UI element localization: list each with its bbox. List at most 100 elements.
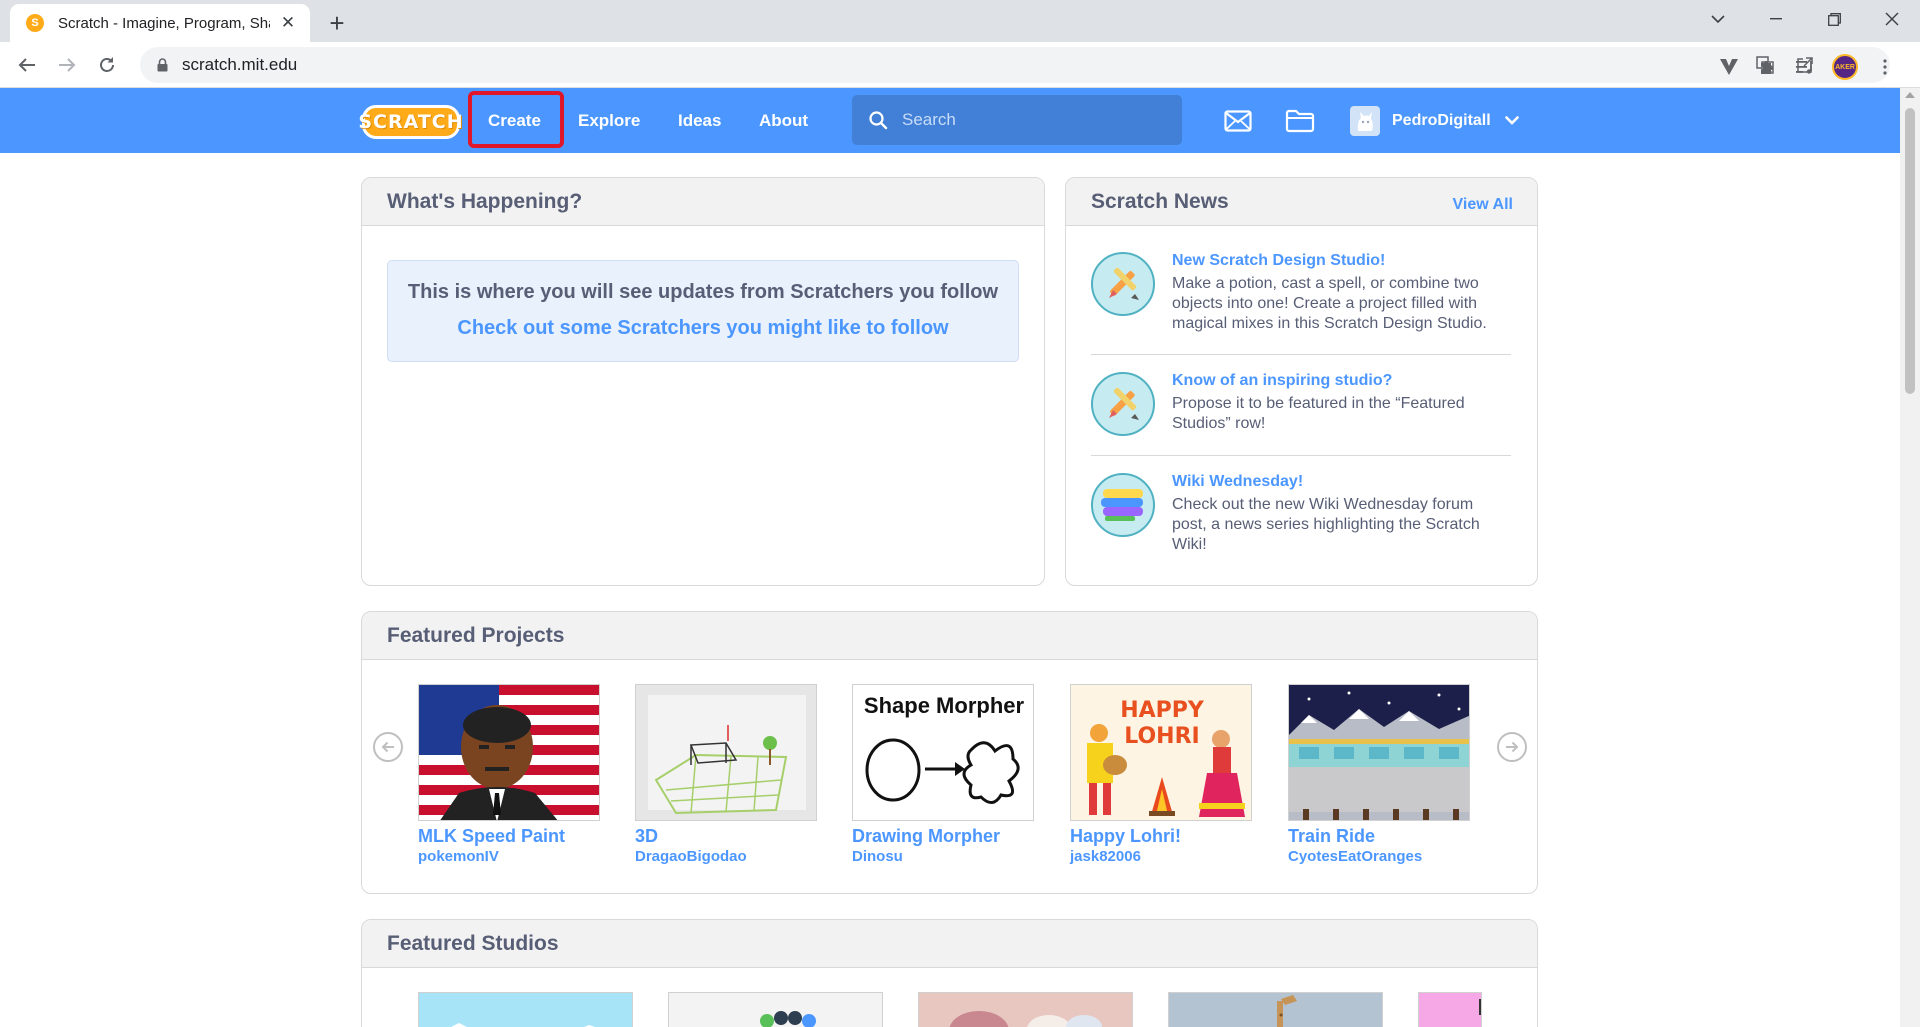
- news-item[interactable]: Know of an inspiring studio? Propose it …: [1091, 372, 1511, 436]
- project-thumbnail[interactable]: Shape Morpher: [852, 684, 1034, 821]
- news-item-title[interactable]: Wiki Wednesday!: [1172, 473, 1511, 491]
- user-menu[interactable]: PedroDigitall: [1350, 88, 1519, 153]
- scrollbar-thumb[interactable]: [1905, 108, 1915, 394]
- project-card[interactable]: Shape Morpher Drawing Morpher Dinosu: [852, 684, 1034, 865]
- project-title[interactable]: Happy Lohri!: [1070, 826, 1252, 847]
- news-item[interactable]: New Scratch Design Studio! Make a potion…: [1091, 252, 1511, 334]
- scratch-news-header: Scratch News View All: [1066, 178, 1537, 226]
- project-author[interactable]: DragaoBigodao: [635, 848, 817, 865]
- browser-toolbar: scratch.mit.edu 文 AKER: [0, 42, 1920, 88]
- featured-studios-title: Featured Studios: [387, 931, 559, 955]
- address-bar[interactable]: scratch.mit.edu 文: [140, 47, 1890, 83]
- scratch-logo[interactable]: SCRATCH: [358, 105, 463, 139]
- thumbnail-text: LOHRI: [1124, 724, 1199, 749]
- reload-icon[interactable]: [92, 50, 122, 80]
- follow-panel: This is where you will see updates from …: [387, 260, 1019, 362]
- paintbrush-pencil-icon: [1091, 252, 1155, 316]
- close-window-button[interactable]: [1864, 0, 1920, 38]
- avatar: [1350, 105, 1380, 136]
- search-box[interactable]: [852, 95, 1182, 145]
- project-title[interactable]: Train Ride: [1288, 826, 1470, 847]
- nav-ideas[interactable]: Ideas: [678, 88, 721, 153]
- username: PedroDigitall: [1392, 111, 1491, 129]
- tab-title: Scratch - Imagine, Program, Share: [58, 14, 270, 32]
- news-divider: [1091, 455, 1511, 456]
- project-card[interactable]: HAPPY LOHRI Happy Lohri! jask82006: [1070, 684, 1252, 865]
- restore-button[interactable]: [1806, 0, 1862, 38]
- follow-message: This is where you will see updates from …: [407, 281, 999, 303]
- studio-thumbnail[interactable]: [1168, 992, 1383, 1027]
- chevron-down-icon: [1504, 112, 1519, 130]
- search-icon: [868, 110, 888, 130]
- scratch-news-box: Scratch News View All New Scratch Design…: [1065, 177, 1538, 586]
- scratch-nav-bar: SCRATCH Create Explore Ideas About Pedro…: [0, 88, 1900, 153]
- nav-explore[interactable]: Explore: [578, 88, 640, 153]
- create-highlight-box: [468, 91, 564, 148]
- news-item-title[interactable]: Know of an inspiring studio?: [1172, 372, 1511, 390]
- lock-icon[interactable]: [154, 58, 170, 72]
- whats-happening-box: What's Happening? This is where you will…: [361, 177, 1045, 586]
- close-tab-icon[interactable]: ✕: [278, 13, 298, 33]
- project-title[interactable]: Drawing Morpher: [852, 826, 1034, 847]
- whats-happening-title: What's Happening?: [387, 189, 583, 213]
- project-title[interactable]: 3D: [635, 826, 817, 847]
- project-author[interactable]: CyotesEatOranges: [1288, 848, 1470, 865]
- messages-icon[interactable]: [1223, 106, 1253, 136]
- browser-tab-bar: S Scratch - Imagine, Program, Share ✕ +: [0, 0, 1920, 42]
- carousel-next-button[interactable]: [1497, 732, 1527, 762]
- carousel-prev-button[interactable]: [373, 732, 403, 762]
- studio-thumbnail[interactable]: [418, 992, 633, 1027]
- url-text[interactable]: scratch.mit.edu: [182, 55, 297, 75]
- project-thumbnail[interactable]: [1288, 684, 1470, 821]
- profile-avatar[interactable]: AKER: [1832, 54, 1858, 80]
- news-item-body: Check out the new Wiki Wednesday forum p…: [1172, 496, 1480, 553]
- featured-projects-header: Featured Projects: [362, 612, 1537, 660]
- extensions-area: AKER: [1718, 54, 1896, 80]
- featured-projects-box: Featured Projects MLK Speed Paint pokemo…: [361, 611, 1538, 894]
- project-thumbnail[interactable]: HAPPY LOHRI: [1070, 684, 1252, 821]
- project-thumbnail[interactable]: [418, 684, 600, 821]
- scroll-up-icon[interactable]: [1905, 92, 1915, 98]
- menu-icon[interactable]: [1874, 56, 1896, 78]
- whats-happening-header: What's Happening?: [362, 178, 1044, 226]
- project-card[interactable]: Train Ride CyotesEatOranges: [1288, 684, 1470, 865]
- wiki-stripes-icon: [1091, 473, 1155, 537]
- featured-studios-header: Featured Studios: [362, 920, 1537, 968]
- project-card[interactable]: MLK Speed Paint pokemonIV: [418, 684, 600, 865]
- studio-thumbnail[interactable]: [918, 992, 1133, 1027]
- news-item[interactable]: Wiki Wednesday! Check out the new Wiki W…: [1091, 473, 1511, 555]
- news-item-title[interactable]: New Scratch Design Studio!: [1172, 252, 1511, 270]
- new-tab-button[interactable]: +: [322, 8, 352, 38]
- project-thumbnail[interactable]: [635, 684, 817, 821]
- nav-about[interactable]: About: [759, 88, 808, 153]
- project-author[interactable]: Dinosu: [852, 848, 1034, 865]
- puzzle-icon[interactable]: [1756, 56, 1778, 78]
- paintbrush-pencil-icon: [1091, 372, 1155, 436]
- minimize-button[interactable]: [1748, 0, 1804, 38]
- extension-icon[interactable]: [1718, 56, 1740, 78]
- tab-search-icon[interactable]: [1690, 0, 1746, 38]
- thumbnail-text: Shape Morpher: [864, 693, 1025, 718]
- my-stuff-folder-icon[interactable]: [1285, 106, 1315, 136]
- forward-icon[interactable]: [52, 50, 82, 80]
- view-all-link[interactable]: View All: [1453, 196, 1513, 214]
- project-author[interactable]: jask82006: [1070, 848, 1252, 865]
- media-queue-icon[interactable]: [1794, 56, 1816, 78]
- project-card[interactable]: 3D DragaoBigodao: [635, 684, 817, 865]
- studio-thumbnail[interactable]: [668, 992, 883, 1027]
- featured-studios-box: Featured Studios: [361, 919, 1538, 1027]
- back-icon[interactable]: [12, 50, 42, 80]
- project-author[interactable]: pokemonIV: [418, 848, 600, 865]
- follow-suggestions-link[interactable]: Check out some Scratchers you might like…: [388, 317, 1018, 340]
- scratch-news-title: Scratch News: [1091, 189, 1229, 213]
- page-scrollbar[interactable]: [1900, 88, 1920, 1027]
- project-title[interactable]: MLK Speed Paint: [418, 826, 600, 847]
- featured-projects-title: Featured Projects: [387, 623, 565, 647]
- news-item-body: Propose it to be featured in the “Featur…: [1172, 395, 1465, 432]
- news-item-body: Make a potion, cast a spell, or combine …: [1172, 275, 1487, 332]
- search-input[interactable]: [902, 110, 1142, 130]
- studio-thumbnail[interactable]: [1418, 992, 1482, 1027]
- news-divider: [1091, 354, 1511, 355]
- browser-tab[interactable]: S Scratch - Imagine, Program, Share ✕: [10, 4, 310, 42]
- scratch-favicon-icon: S: [26, 14, 44, 32]
